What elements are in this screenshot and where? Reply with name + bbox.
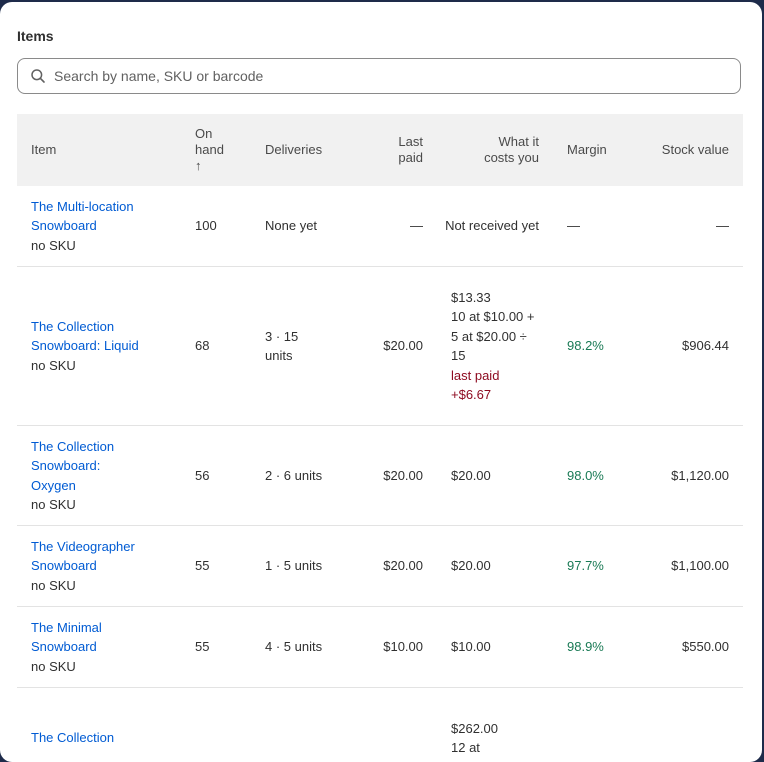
- on-hand-value: 55: [181, 607, 251, 688]
- deliveries-value: 3 · 15 units: [251, 267, 359, 426]
- search-icon: [30, 68, 46, 84]
- cost-breakdown: 10 at $10.00 + 5 at $20.00 ÷ 15: [451, 307, 543, 366]
- item-sku: no SKU: [31, 657, 181, 677]
- table-row: The Multi-location Snowboardno SKU 100 N…: [17, 186, 743, 267]
- margin-value: 98.2%: [553, 267, 633, 426]
- margin-value: —: [553, 186, 633, 267]
- column-header-stock-value[interactable]: Stock value: [633, 114, 743, 186]
- cost-value: $13.33 10 at $10.00 + 5 at $20.00 ÷ 15 l…: [437, 267, 553, 426]
- column-header-item[interactable]: Item: [17, 114, 181, 186]
- last-paid-value: $10.00: [359, 607, 437, 688]
- cost-note: last paid +$6.67: [451, 366, 521, 405]
- cost-value: Not received yet: [437, 186, 553, 267]
- cost-value: $262.00 12 at: [437, 688, 553, 762]
- cost-value: $10.00: [437, 607, 553, 688]
- last-paid-value: $20.00: [359, 526, 437, 607]
- margin-value: 98.9%: [553, 607, 633, 688]
- column-header-margin[interactable]: Margin: [553, 114, 633, 186]
- table-row: The Collection $262.00 12 at: [17, 688, 743, 762]
- column-header-last-paid[interactable]: Lastpaid: [359, 114, 437, 186]
- cost-value: $20.00: [437, 526, 553, 607]
- item-link[interactable]: The Multi-location Snowboard: [31, 197, 181, 236]
- stock-value: $1,100.00: [633, 526, 743, 607]
- deliveries-value: 1 · 5 units: [251, 526, 359, 607]
- on-hand-value: 55: [181, 526, 251, 607]
- cost-line: $13.33: [451, 288, 553, 308]
- stock-value: $1,120.00: [633, 426, 743, 526]
- table-row: The Minimal Snowboardno SKU 55 4 · 5 uni…: [17, 607, 743, 688]
- cost-line: $262.00: [451, 719, 553, 739]
- section-title: Items: [17, 28, 54, 44]
- sort-ascending-icon: ↑: [195, 158, 251, 174]
- deliveries-value: None yet: [251, 186, 359, 267]
- search-field[interactable]: [17, 58, 741, 94]
- on-hand-value: 100: [181, 186, 251, 267]
- item-sku: no SKU: [31, 576, 181, 596]
- margin-value: 98.0%: [553, 426, 633, 526]
- item-link[interactable]: The Collection: [31, 728, 181, 748]
- stock-value: $550.00: [633, 607, 743, 688]
- on-hand-label: On hand: [195, 126, 235, 158]
- cost-value: $20.00: [437, 426, 553, 526]
- item-link[interactable]: The Videographer Snowboard: [31, 537, 181, 576]
- column-header-cost[interactable]: What itcosts you: [437, 114, 553, 186]
- table-row: The Videographer Snowboardno SKU 55 1 · …: [17, 526, 743, 607]
- item-link[interactable]: The Minimal Snowboard: [31, 618, 131, 657]
- deliveries-value: 2 · 6 units: [251, 426, 359, 526]
- item-link[interactable]: The Collection Snowboard: Liquid: [31, 317, 181, 356]
- column-header-deliveries[interactable]: Deliveries: [251, 114, 359, 186]
- items-table: Item On hand ↑ Deliveries Lastpaid What …: [17, 114, 743, 762]
- margin-value: 97.7%: [553, 526, 633, 607]
- on-hand-value: 68: [181, 267, 251, 426]
- on-hand-value: 56: [181, 426, 251, 526]
- item-sku: no SKU: [31, 236, 181, 256]
- items-card: Items Item On hand ↑ Deliveries Lastpaid: [0, 2, 762, 762]
- item-sku: no SKU: [31, 495, 181, 515]
- last-paid-value: $20.00: [359, 426, 437, 526]
- deliveries-value: 4 · 5 units: [251, 607, 359, 688]
- table-row: The Collection Snowboard: Oxygenno SKU 5…: [17, 426, 743, 526]
- table-header-row: Item On hand ↑ Deliveries Lastpaid What …: [17, 114, 743, 186]
- last-paid-value: $20.00: [359, 267, 437, 426]
- stock-value: —: [633, 186, 743, 267]
- table-row: The Collection Snowboard: Liquidno SKU 6…: [17, 267, 743, 426]
- item-link[interactable]: The Collection Snowboard: Oxygen: [31, 437, 141, 496]
- item-sku: no SKU: [31, 356, 181, 376]
- cost-breakdown: 12 at: [451, 738, 553, 758]
- last-paid-value: —: [359, 186, 437, 267]
- search-input[interactable]: [54, 62, 740, 90]
- column-header-on-hand[interactable]: On hand ↑: [181, 114, 251, 186]
- stock-value: $906.44: [633, 267, 743, 426]
- cost-line: Not received yet: [443, 216, 539, 236]
